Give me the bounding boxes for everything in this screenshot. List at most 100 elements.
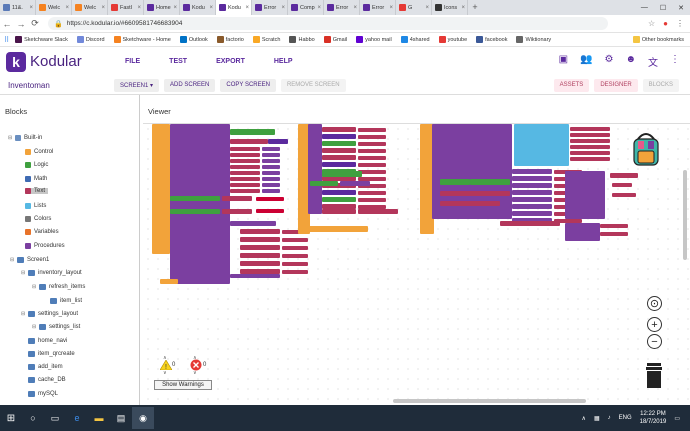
code-block[interactable] (358, 128, 386, 132)
code-block[interactable] (512, 183, 552, 188)
bookmark-item[interactable]: facebook (476, 36, 507, 43)
code-block[interactable] (612, 193, 636, 197)
code-block[interactable] (262, 153, 280, 157)
chrome-icon[interactable]: ◉ (132, 407, 154, 429)
code-block[interactable] (298, 226, 368, 232)
browser-tab[interactable]: Home × (144, 0, 180, 15)
tab-close-icon[interactable]: × (425, 5, 429, 11)
code-block[interactable] (262, 171, 280, 175)
code-block[interactable] (256, 197, 284, 201)
code-block[interactable] (230, 221, 276, 226)
prev-error-icon[interactable]: ∧ (193, 355, 197, 361)
bookmark-item[interactable]: Wiktionary (516, 36, 551, 43)
code-block[interactable] (240, 261, 280, 266)
code-block[interactable] (170, 124, 230, 284)
next-warning-icon[interactable]: ∨ (163, 370, 167, 376)
tab-close-icon[interactable]: × (461, 5, 465, 11)
tab-close-icon[interactable]: × (137, 5, 141, 11)
code-block[interactable] (268, 139, 288, 144)
code-block[interactable] (358, 209, 398, 214)
code-block[interactable] (340, 181, 370, 186)
block-category-math[interactable]: Math (25, 176, 47, 182)
url-input[interactable]: 🔒 https://c.kodular.io/#6609581746683904 (48, 17, 608, 30)
tray-chevron-icon[interactable]: ∧ (582, 415, 586, 422)
code-block[interactable] (240, 237, 280, 242)
code-block[interactable] (262, 189, 280, 193)
component-mysql[interactable]: mySQL (21, 391, 58, 397)
code-block[interactable] (570, 133, 610, 137)
code-block[interactable] (470, 179, 510, 185)
bookmark-item[interactable]: Outlook (179, 36, 208, 43)
code-block[interactable] (514, 124, 569, 166)
code-block[interactable] (322, 190, 356, 195)
code-block[interactable] (570, 145, 610, 149)
folder-icon[interactable]: ▣ (559, 54, 568, 69)
zoom-out-icon[interactable]: − (647, 334, 662, 349)
code-block[interactable] (240, 229, 280, 234)
clock[interactable]: 12:22 PM 18/7/2019 (640, 410, 667, 426)
block-category-logic[interactable]: Logic (25, 162, 48, 168)
bookmark-item[interactable]: factorio (216, 36, 244, 43)
code-block[interactable] (322, 127, 356, 132)
browser-tab[interactable]: Error × (360, 0, 396, 15)
bookmark-item[interactable]: Gmail (323, 36, 347, 43)
windows-start-icon[interactable]: ⊞ (0, 413, 22, 424)
browser-tab[interactable]: Fastl × (108, 0, 144, 15)
tab-close-icon[interactable]: × (65, 5, 69, 11)
code-block[interactable] (160, 279, 178, 284)
code-block[interactable] (600, 232, 628, 236)
code-block[interactable] (358, 191, 386, 195)
code-block[interactable] (440, 191, 510, 196)
code-block[interactable] (440, 211, 488, 217)
menu-help[interactable]: HELP (274, 58, 293, 65)
remove-screen-button[interactable]: REMOVE SCREEN (280, 78, 346, 92)
code-block[interactable] (358, 198, 386, 202)
code-block[interactable] (262, 159, 280, 163)
prev-warning-icon[interactable]: ∧ (163, 355, 167, 361)
code-block[interactable] (230, 189, 260, 193)
assets-button[interactable]: ASSETS (553, 78, 590, 92)
code-block[interactable] (230, 177, 260, 181)
tab-close-icon[interactable]: × (389, 5, 393, 11)
code-block[interactable] (222, 209, 252, 214)
other-bookmarks[interactable]: Other bookmarks (632, 36, 684, 43)
collapse-icon[interactable]: ⊟ (32, 284, 37, 290)
code-block[interactable] (170, 209, 220, 214)
task-view-icon[interactable]: ▭ (44, 407, 66, 429)
code-block[interactable] (565, 171, 605, 219)
bookmark-item[interactable]: Habbo (289, 36, 315, 43)
blocks-button[interactable]: BLOCKS (642, 78, 679, 92)
block-category-procedures[interactable]: Procedures (25, 243, 65, 249)
trash-icon[interactable] (644, 362, 664, 388)
tab-close-icon[interactable]: × (101, 5, 105, 11)
code-block[interactable] (322, 155, 356, 160)
code-block[interactable] (512, 197, 552, 202)
code-block[interactable] (222, 196, 252, 201)
code-block[interactable] (500, 221, 560, 226)
show-warnings-button[interactable]: Show Warnings (154, 380, 212, 390)
code-block[interactable] (282, 254, 308, 258)
tab-close-icon[interactable]: × (281, 5, 285, 11)
code-block[interactable] (570, 157, 610, 161)
component-refresh-items[interactable]: ⊟ refresh_items (32, 284, 85, 290)
code-block[interactable] (322, 162, 356, 167)
apps-icon[interactable]: ⠿ (4, 36, 9, 44)
code-block[interactable] (610, 173, 638, 178)
browser-tab[interactable]: Comp × (288, 0, 324, 15)
browser-tab[interactable]: Error × (252, 0, 288, 15)
browser-tab[interactable]: Welc × (36, 0, 72, 15)
block-category-control[interactable]: Control (25, 149, 53, 155)
code-block[interactable] (512, 204, 552, 209)
component-inventory-layout[interactable]: ⊟ inventory_layout (21, 270, 82, 276)
code-block[interactable] (262, 165, 280, 169)
code-block[interactable] (230, 129, 275, 135)
language-indicator[interactable]: ENG (619, 415, 632, 421)
code-block[interactable] (240, 245, 280, 250)
horizontal-scrollbar[interactable] (393, 399, 586, 403)
code-block[interactable] (440, 201, 500, 206)
close-window-icon[interactable]: ✕ (678, 4, 684, 12)
blocks-workspace[interactable] (143, 123, 690, 405)
builtin-tree-node[interactable]: ⊟ Built-in (8, 135, 42, 141)
code-block[interactable] (322, 209, 356, 214)
code-block[interactable] (570, 151, 610, 155)
